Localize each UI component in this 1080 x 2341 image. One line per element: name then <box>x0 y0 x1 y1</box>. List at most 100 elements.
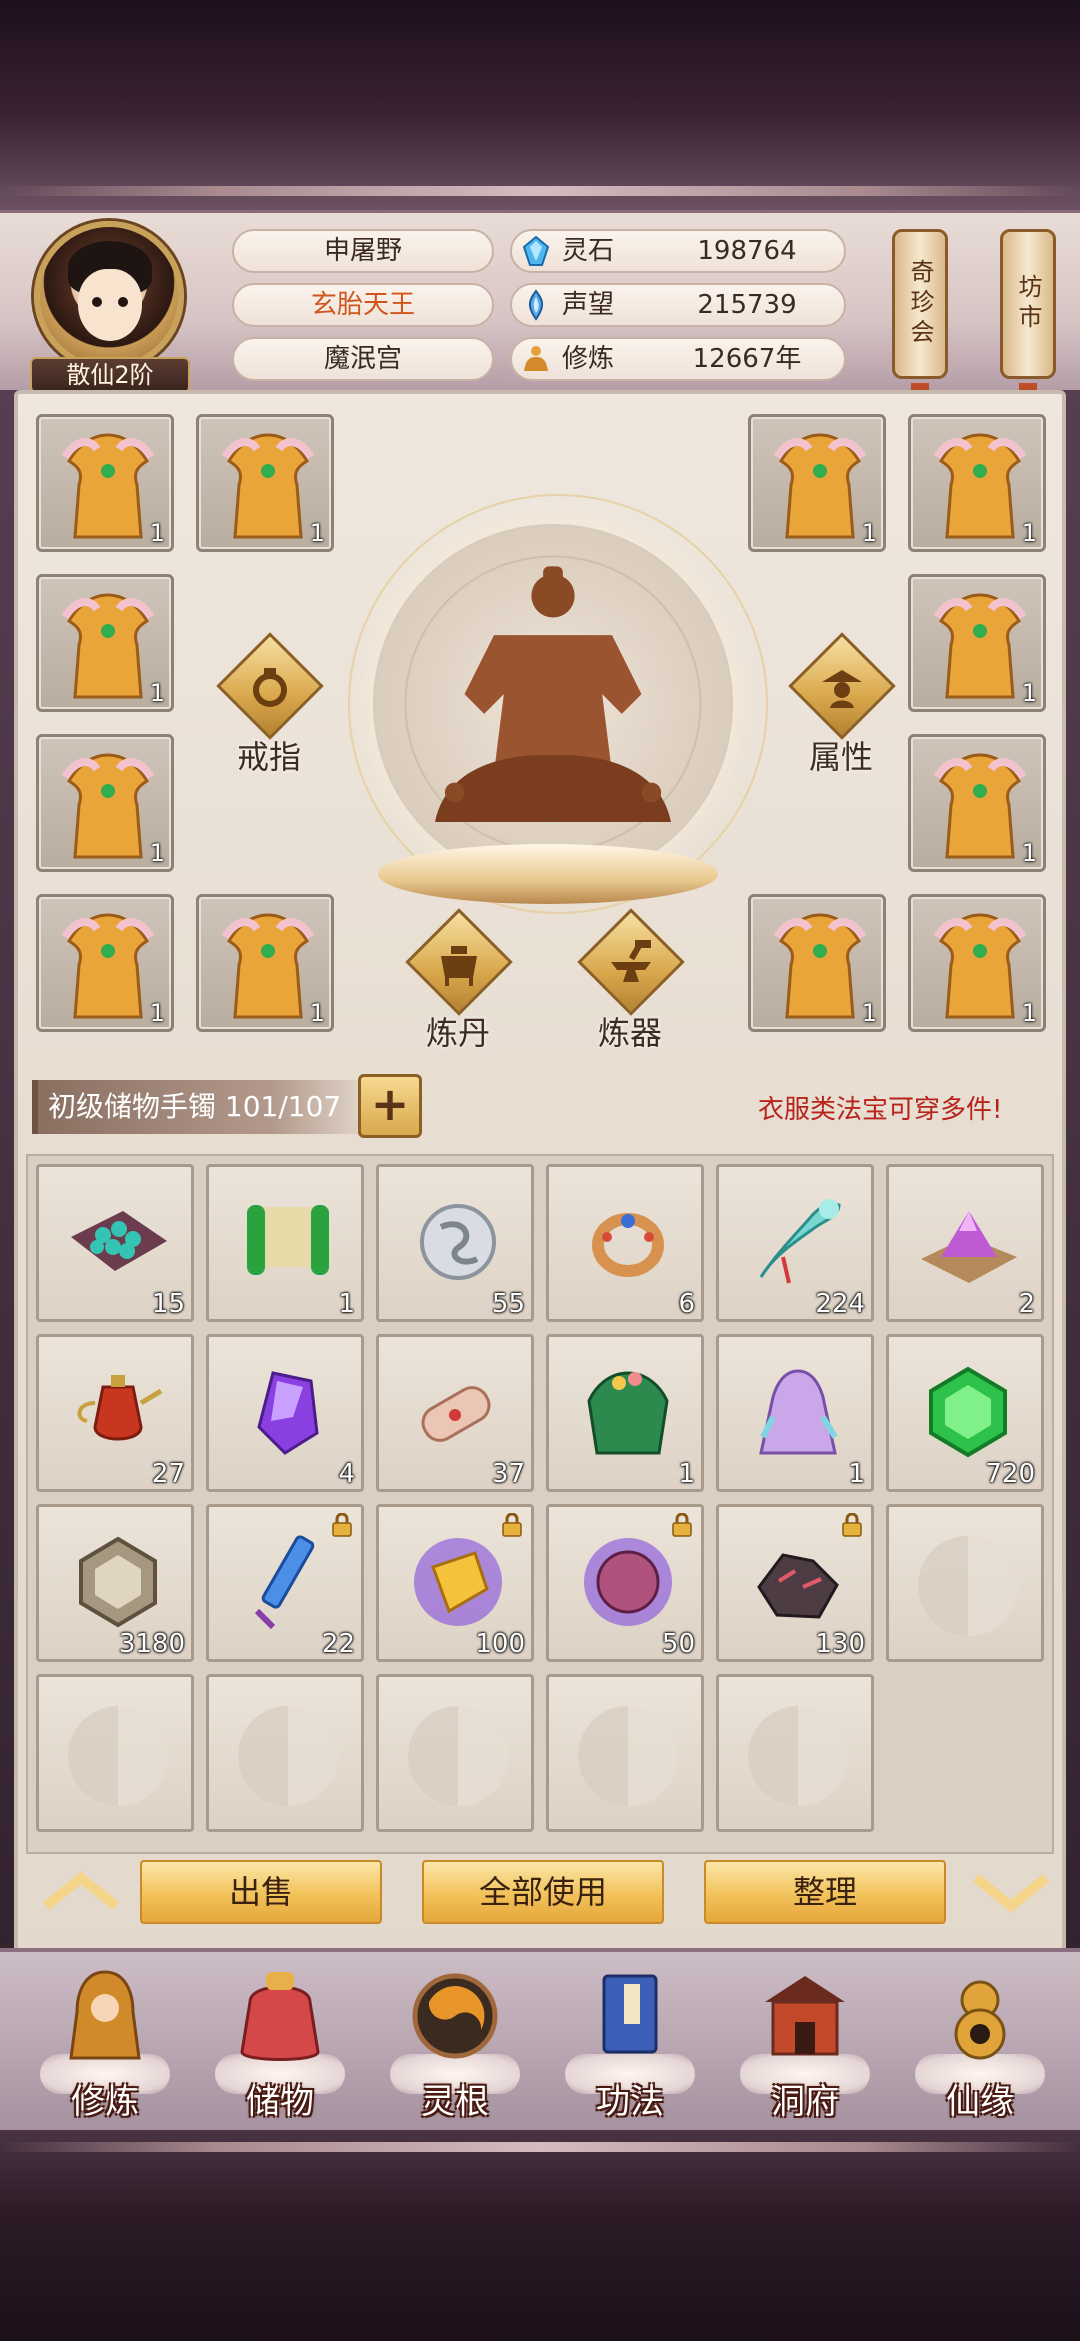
inventory-cell[interactable]: 4 <box>206 1334 364 1492</box>
golden-robe-icon <box>933 753 1027 859</box>
treasure-fair-button[interactable]: 奇珍会 <box>892 229 948 379</box>
item-count: 27 <box>151 1459 185 1489</box>
sell-button[interactable]: 出售 <box>140 1860 382 1924</box>
silver-token-icon <box>420 1204 496 1280</box>
storage-capacity-bar: 初级储物手镯 101/107 <box>32 1080 376 1134</box>
cave-nav-icon <box>765 1976 845 2056</box>
nav-cultivate[interactable]: 修炼 <box>30 1962 180 2132</box>
equipment-slot[interactable]: 1 <box>36 414 174 552</box>
dark-ore-icon <box>757 1553 839 1619</box>
golden-robe-icon <box>61 753 155 859</box>
inventory-grid: 15 1 55 6 224 2 27 4 37 1 1 720 3180 22 … <box>26 1154 1054 1854</box>
equipment-slot[interactable]: 1 <box>196 414 334 552</box>
empty-inventory-cell[interactable] <box>206 1674 364 1832</box>
item-count: 50 <box>661 1629 695 1659</box>
inventory-cell[interactable]: 3180 <box>36 1504 194 1662</box>
item-count: 6 <box>678 1289 695 1319</box>
inventory-cell[interactable]: 50 <box>546 1504 704 1662</box>
item-count: 1 <box>338 1289 355 1319</box>
inventory-cell[interactable]: 1 <box>206 1164 364 1322</box>
green-gem-icon <box>929 1366 1007 1458</box>
storage-hint: 衣服类法宝可穿多件! <box>758 1095 1003 1125</box>
inventory-cell[interactable]: 2 <box>886 1164 1044 1322</box>
equipment-slot[interactable]: 1 <box>196 894 334 1032</box>
golden-robe-icon <box>933 593 1027 699</box>
paper-scroll-icon <box>421 1386 491 1442</box>
market-button[interactable]: 坊市 <box>1000 229 1056 379</box>
item-count: 720 <box>985 1459 1035 1489</box>
item-count: 55 <box>491 1289 525 1319</box>
inventory-cell[interactable]: 720 <box>886 1334 1044 1492</box>
empty-inventory-cell[interactable] <box>36 1674 194 1832</box>
item-count: 4 <box>338 1459 355 1489</box>
slot-count: 1 <box>149 999 165 1027</box>
bottom-background <box>0 2130 1080 2341</box>
avatar-frame[interactable]: 散仙2阶 <box>30 221 190 393</box>
slot-count: 1 <box>1021 999 1037 1027</box>
fate-nav-icon <box>954 1980 1006 2060</box>
stat-label: 修炼 <box>562 344 615 374</box>
equipment-slot[interactable]: 1 <box>908 734 1046 872</box>
nav-cave[interactable]: 洞府 <box>730 1962 880 2132</box>
inventory-cell[interactable]: 130 <box>716 1504 874 1662</box>
golden-robe-icon <box>61 913 155 1019</box>
equipment-slot[interactable]: 1 <box>748 414 886 552</box>
bottom-ornament <box>0 2142 1080 2152</box>
item-count: 1 <box>848 1459 865 1489</box>
nav-technique[interactable]: 功法 <box>555 1962 705 2132</box>
slot-count: 1 <box>861 519 877 547</box>
yin-yang-icon <box>748 1706 848 1806</box>
nav-fate[interactable]: 仙缘 <box>905 1962 1055 2132</box>
spirit-stone-stat: 灵石 198764 <box>510 229 846 273</box>
inventory-cell[interactable]: 100 <box>376 1504 534 1662</box>
empty-inventory-cell[interactable] <box>886 1504 1044 1662</box>
equipment-slot[interactable]: 1 <box>36 734 174 872</box>
empty-inventory-cell[interactable] <box>716 1674 874 1832</box>
alchemy-button[interactable]: 炼丹 <box>403 908 513 1074</box>
equipment-slot[interactable]: 1 <box>748 894 886 1032</box>
avatar <box>34 221 184 371</box>
player-sect: 魔泯宫 <box>232 337 494 381</box>
inventory-cell[interactable]: 6 <box>546 1164 704 1322</box>
inventory-cell[interactable]: 37 <box>376 1334 534 1492</box>
equipment-slot[interactable]: 1 <box>908 894 1046 1032</box>
ring-button[interactable]: 戒指 <box>214 632 324 798</box>
expand-storage-button[interactable]: + <box>358 1074 422 1138</box>
cultivation-icon <box>524 346 548 371</box>
nav-storage[interactable]: 储物 <box>205 1962 355 2132</box>
attributes-button[interactable]: 属性 <box>786 632 896 798</box>
inventory-cell[interactable]: 1 <box>716 1334 874 1492</box>
cultivation-stat: 修炼 12667年 <box>510 337 846 381</box>
inventory-cell[interactable]: 15 <box>36 1164 194 1322</box>
golden-robe-icon <box>221 433 315 539</box>
equipment-slot[interactable]: 1 <box>36 894 174 1032</box>
empty-inventory-cell[interactable] <box>546 1674 704 1832</box>
inventory-cell[interactable]: 22 <box>206 1504 364 1662</box>
nav-spirit-root[interactable]: 灵根 <box>380 1962 530 2132</box>
equipment-slot[interactable]: 1 <box>908 414 1046 552</box>
inventory-cell[interactable]: 224 <box>716 1164 874 1322</box>
wine-ewer-icon <box>77 1375 163 1441</box>
rank-badge: 散仙2阶 <box>30 357 190 393</box>
inventory-cell[interactable]: 27 <box>36 1334 194 1492</box>
lock-icon <box>672 1513 692 1537</box>
storage-capacity: 101/107 <box>224 1090 342 1123</box>
golden-robe-icon <box>933 913 1027 1019</box>
inventory-cell[interactable]: 1 <box>546 1334 704 1492</box>
stone-gem-icon <box>79 1536 157 1628</box>
equipment-slot[interactable]: 1 <box>36 574 174 712</box>
scroll-up-icon[interactable] <box>36 1862 126 1922</box>
yin-yang-icon <box>578 1706 678 1806</box>
empty-inventory-cell[interactable] <box>376 1674 534 1832</box>
arrange-button[interactable]: 整理 <box>704 1860 946 1924</box>
slot-count: 1 <box>149 519 165 547</box>
scroll-down-icon[interactable] <box>966 1862 1056 1922</box>
inventory-cell[interactable]: 55 <box>376 1164 534 1322</box>
equipment-slot[interactable]: 1 <box>908 574 1046 712</box>
golden-robe-icon <box>221 913 315 1019</box>
use-all-button[interactable]: 全部使用 <box>422 1860 664 1924</box>
forging-button[interactable]: 炼器 <box>575 908 685 1074</box>
reputation-icon <box>529 289 543 321</box>
item-count: 22 <box>321 1629 355 1659</box>
item-count: 37 <box>491 1459 525 1489</box>
